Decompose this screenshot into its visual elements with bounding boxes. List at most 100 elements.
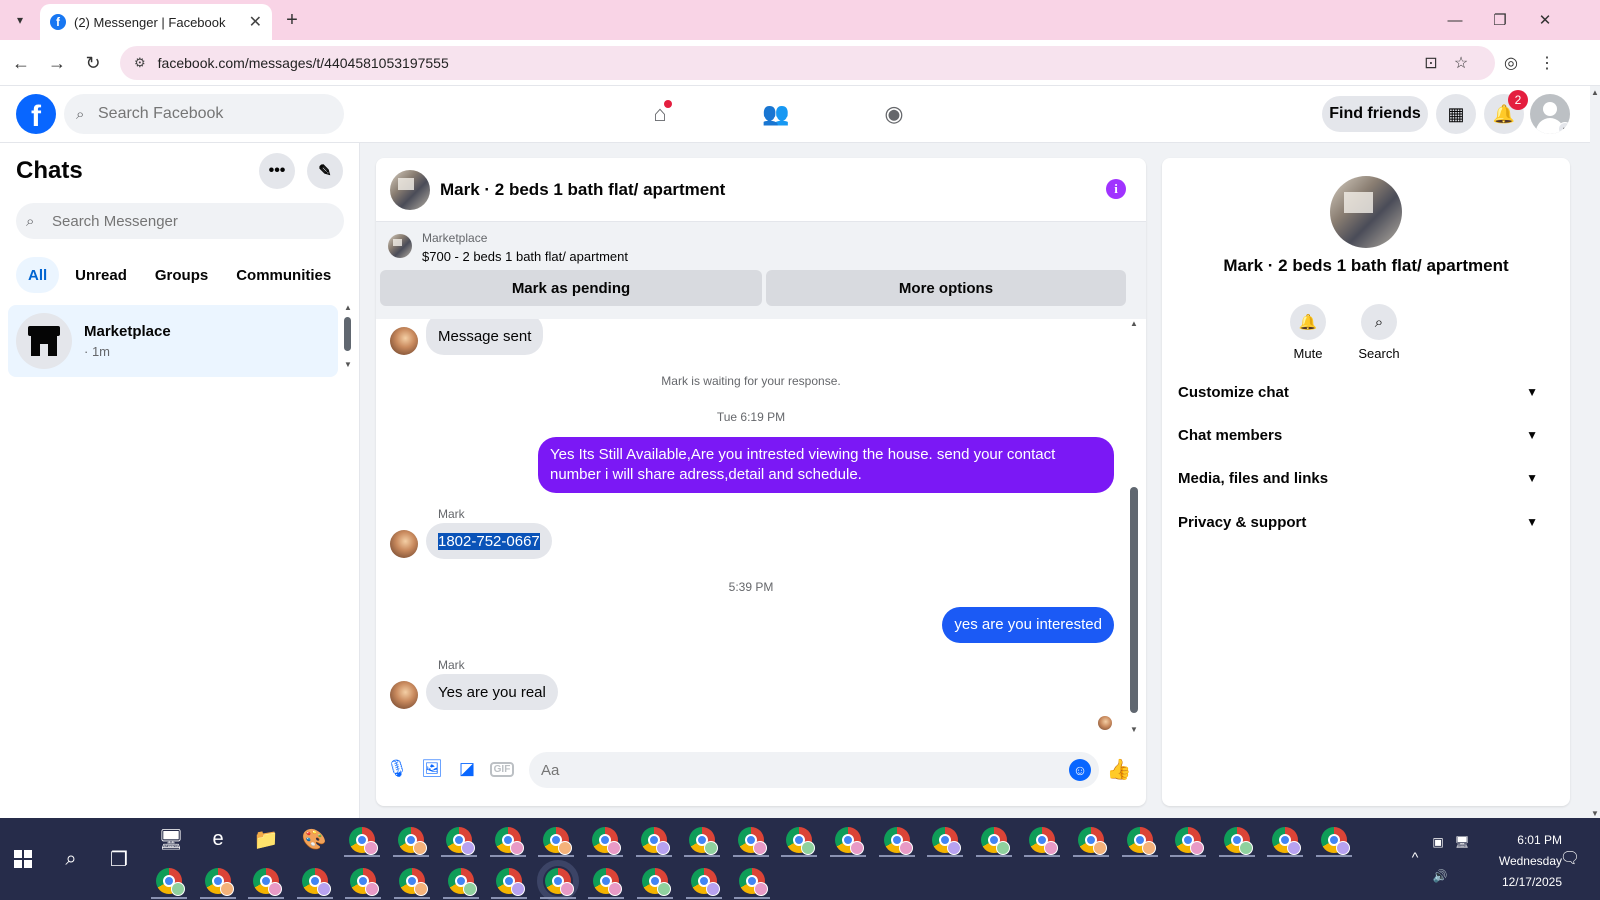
filter-all[interactable]: All (16, 257, 60, 293)
chrome-window-icon[interactable] (156, 868, 185, 896)
page-scrollbar[interactable]: ▲ ▼ (1590, 86, 1600, 818)
paint-app-icon[interactable]: 🎨 (299, 824, 329, 854)
browser-tab[interactable]: f (2) Messenger | Facebook ✕ (40, 4, 272, 40)
thumbs-up-icon[interactable]: 👍 (1106, 756, 1132, 782)
windows-start-icon[interactable] (14, 850, 32, 868)
install-app-icon[interactable]: ⊡ (1418, 50, 1444, 76)
bookmark-star-icon[interactable]: ☆ (1448, 50, 1474, 76)
browser-menu-icon[interactable]: ⋮ (1534, 50, 1560, 76)
minimize-button[interactable]: — (1440, 6, 1470, 34)
conversation-title[interactable]: Mark · 2 beds 1 bath flat/ apartment (440, 180, 725, 200)
menu-grid-icon[interactable]: ▦ (1436, 94, 1476, 134)
incoming-message[interactable]: Yes are you real (426, 674, 558, 710)
listing-price-title[interactable]: $700 - 2 beds 1 bath flat/ apartment (422, 249, 628, 264)
meet-now-icon[interactable]: ▣ (1428, 832, 1448, 852)
chrome-window-icon[interactable] (739, 868, 769, 896)
find-friends-button[interactable]: Find friends (1322, 96, 1428, 132)
chrome-window-icon[interactable] (689, 827, 719, 855)
chrome-window-icon[interactable] (980, 827, 1010, 855)
message-input[interactable] (541, 761, 1061, 779)
notifications-bell-icon[interactable]: 🔔 2 (1484, 90, 1528, 134)
home-icon[interactable]: ⌂ (630, 92, 690, 136)
back-icon[interactable]: ← (8, 50, 34, 76)
chrome-window-icon[interactable] (690, 868, 720, 896)
chrome-window-icon[interactable] (204, 868, 234, 896)
chat-members-section[interactable]: Chat members ▼ (1178, 415, 1538, 455)
chrome-window-icon[interactable] (1126, 827, 1156, 855)
listing-photo[interactable] (390, 169, 430, 210)
microphone-icon[interactable]: 🎙 (384, 756, 410, 782)
customize-chat-section[interactable]: Customize chat ▼ (1178, 372, 1538, 412)
restore-button[interactable]: ❐ (1485, 6, 1515, 34)
chrome-window-icon[interactable] (1175, 827, 1205, 855)
chrome-window-icon[interactable] (737, 827, 767, 855)
gif-icon[interactable]: GIF (489, 756, 515, 782)
chrome-window-icon[interactable] (1272, 827, 1302, 855)
site-info-icon[interactable]: ⚙ (134, 55, 146, 71)
messenger-search[interactable]: ⌕ (16, 203, 344, 239)
forward-icon[interactable]: → (44, 50, 70, 76)
conversation-item-marketplace[interactable]: Marketplace · 1m (8, 305, 338, 377)
messenger-search-input[interactable] (52, 212, 322, 230)
chrome-window-icon[interactable] (932, 827, 962, 855)
system-clock[interactable]: 6:01 PM Wednesday 12/17/2025 (1470, 830, 1562, 893)
filter-groups[interactable]: Groups (143, 257, 220, 293)
new-message-icon[interactable]: ✎ (307, 153, 343, 189)
emoji-icon[interactable]: ☺ (1069, 759, 1091, 781)
messages-scrollbar[interactable]: ▲ ▼ (1128, 319, 1140, 734)
chrome-window-icon[interactable] (883, 827, 913, 855)
chrome-window-icon[interactable] (253, 868, 283, 896)
chrome-window-icon[interactable] (835, 827, 864, 855)
chrome-window-icon[interactable] (543, 827, 573, 855)
show-hidden-icons-icon[interactable]: ^ (1402, 844, 1428, 870)
profile-icon[interactable]: ◎ (1498, 50, 1524, 76)
chrome-window-icon[interactable] (1321, 827, 1350, 855)
mark-as-pending-button[interactable]: Mark as pending (380, 270, 762, 306)
chats-scrollbar[interactable]: ▲ ▼ (342, 303, 354, 369)
filter-unread[interactable]: Unread (63, 257, 139, 293)
pinned-app-icon[interactable]: 🖥 (156, 824, 186, 854)
url-field[interactable]: ⚙ facebook.com/messages/t/44045810531975… (120, 46, 1495, 80)
chrome-window-icon[interactable] (786, 827, 816, 855)
friends-icon[interactable]: 👥 (746, 92, 806, 136)
chrome-window-icon[interactable] (1223, 827, 1253, 855)
info-icon[interactable]: i (1106, 179, 1126, 199)
chrome-window-icon[interactable] (494, 827, 524, 855)
mute-action[interactable]: 🔔 Mute (1273, 304, 1343, 361)
chrome-window-icon[interactable] (349, 827, 378, 855)
filter-communities[interactable]: Communities (224, 257, 343, 293)
chrome-window-icon[interactable] (593, 868, 623, 896)
task-view-icon[interactable]: ❐ (104, 844, 134, 874)
file-explorer-icon[interactable]: 📁 (251, 824, 281, 854)
attach-media-icon[interactable]: 🖼 (419, 756, 445, 782)
chrome-window-icon[interactable] (1029, 827, 1059, 855)
media-files-links-section[interactable]: Media, files and links ▼ (1178, 458, 1538, 498)
notification-center-icon[interactable]: 🗨 (1556, 844, 1584, 872)
chrome-window-icon[interactable] (397, 827, 427, 855)
chrome-window-icon[interactable] (640, 827, 670, 855)
outgoing-message[interactable]: Yes Its Still Available,Are you intreste… (538, 437, 1114, 493)
search-action[interactable]: ⌕ Search (1344, 304, 1414, 361)
tab-close-icon[interactable]: ✕ (249, 12, 262, 32)
sticker-icon[interactable]: ◪ (454, 756, 480, 782)
outgoing-message[interactable]: yes are you interested (942, 607, 1114, 643)
tab-search-icon[interactable]: ▾ (8, 8, 32, 32)
account-avatar[interactable]: ▾ (1530, 94, 1570, 134)
chrome-window-icon[interactable] (447, 868, 477, 896)
facebook-search-input[interactable] (98, 105, 318, 123)
search-icon[interactable]: ⌕ (56, 844, 86, 874)
bell-icon[interactable]: 🔔 (1290, 304, 1326, 340)
chrome-window-icon[interactable] (1078, 827, 1107, 855)
groups-icon[interactable]: ◉ (864, 92, 924, 136)
volume-icon[interactable]: 🔊 (1430, 866, 1450, 886)
chrome-window-icon[interactable] (350, 868, 380, 896)
chrome-window-icon[interactable] (536, 860, 579, 900)
new-tab-button[interactable]: + (280, 8, 304, 32)
chrome-window-icon[interactable] (446, 827, 476, 855)
listing-profile-photo[interactable] (1330, 176, 1402, 248)
chrome-window-icon[interactable] (399, 868, 428, 896)
chats-options-icon[interactable]: ••• (259, 153, 295, 189)
chrome-window-icon[interactable] (592, 827, 621, 855)
chrome-window-icon[interactable] (301, 868, 331, 896)
reload-icon[interactable]: ↻ (80, 50, 106, 76)
